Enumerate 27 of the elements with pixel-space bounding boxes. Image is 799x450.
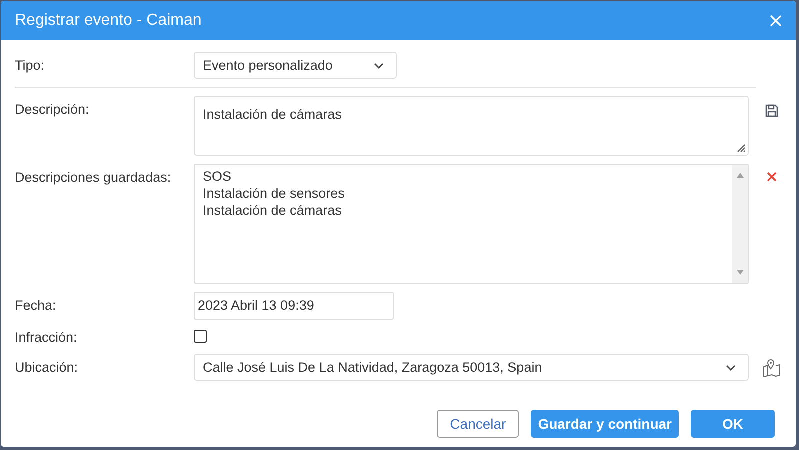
list-item[interactable]: Instalación de cámaras: [203, 202, 342, 219]
field-label: Descripciones guardadas:: [15, 169, 172, 187]
scroll-up-icon[interactable]: [736, 173, 744, 178]
field-label: Fecha:: [15, 297, 58, 315]
date-field[interactable]: 2023 Abril 13 09:39: [194, 292, 394, 320]
chevron-icon: [374, 62, 384, 68]
field-label: Descripción:: [15, 101, 90, 119]
field-label: Tipo:: [15, 57, 46, 75]
chevron-icon: [726, 364, 736, 370]
save-icon[interactable]: [764, 104, 778, 118]
description-field[interactable]: Instalación de cámaras: [194, 96, 749, 156]
saved-descriptions-list[interactable]: SOS Instalación de sensores Instalación de cámaras: [194, 164, 749, 284]
scroll-down-icon[interactable]: [736, 270, 744, 275]
location-dropdown[interactable]: Calle José Luis De La Natividad, Zaragoza 50013, Spain: [194, 354, 749, 381]
type-dropdown[interactable]: Evento personalizado: [194, 52, 397, 79]
list-item[interactable]: SOS: [203, 168, 232, 185]
resize-grip-icon[interactable]: [737, 144, 746, 153]
delete-icon[interactable]: [766, 172, 776, 182]
map-pin-icon[interactable]: [762, 359, 780, 377]
checkbox[interactable]: [194, 330, 207, 343]
list-item[interactable]: Instalación de sensores: [203, 185, 345, 202]
field-label: Infracción:: [15, 330, 78, 345]
cancel-button[interactable]: Cancelar: [437, 410, 520, 438]
close-icon[interactable]: [770, 14, 782, 26]
window-title: Registrar evento - Caiman: [15, 12, 202, 30]
field-label: Ubicación:: [15, 359, 80, 377]
scrollbar[interactable]: [732, 165, 748, 283]
